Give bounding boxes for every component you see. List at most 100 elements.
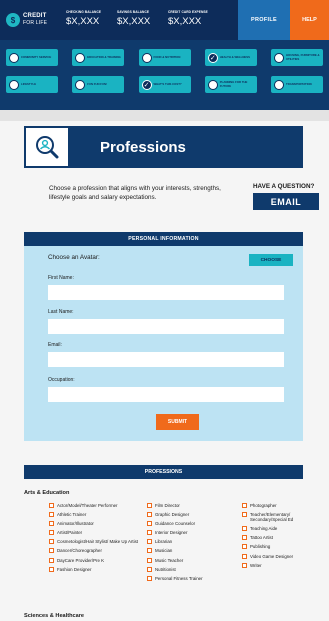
checkbox[interactable] (242, 553, 247, 559)
help-button[interactable]: HELP (290, 0, 329, 40)
category-label: COMMUNITY SERVICE (21, 54, 52, 59)
checkbox[interactable] (147, 557, 152, 563)
category-housing[interactable]: HOUSING, FURNITURE & UTILITIES (271, 49, 323, 66)
checkbox[interactable] (242, 503, 247, 508)
profession-option[interactable]: Personal Fitness Trainer (147, 575, 242, 581)
checkbox[interactable] (242, 544, 247, 550)
balance-label: CHECKING BALANCE (66, 10, 102, 14)
checkbox[interactable] (147, 521, 152, 527)
profession-option[interactable]: Librarian (147, 539, 242, 545)
category-label: FUN FUN FUN! (87, 81, 107, 86)
professions-heading: PROFESSIONS (24, 465, 303, 479)
category-food-nutrition[interactable]: FOOD & NUTRITION (138, 49, 191, 66)
profession-option[interactable]: Animator/Illustrator (49, 521, 144, 527)
checkbox[interactable] (147, 566, 152, 572)
checkbox[interactable] (49, 530, 54, 536)
check-circle-icon (141, 52, 152, 63)
checkbox[interactable] (49, 539, 54, 545)
checkbox[interactable] (49, 503, 54, 508)
question-heading: HAVE A QUESTION? (253, 183, 315, 190)
category-label: HEALTH & WELLNESS (219, 54, 250, 59)
profession-column-3: Photographer Teacher/Elementary/ Seconda… (242, 503, 324, 572)
credit-card-expense: CREDIT CARD EXPENSE $X,XXX (168, 0, 219, 40)
profession-option[interactable]: Teacher/Elementary/ Secondary/Special Ed (242, 512, 324, 522)
profession-option[interactable]: Graphic Designer (147, 512, 242, 518)
occupation-field[interactable] (48, 387, 284, 402)
checkbox[interactable] (147, 539, 152, 545)
checkbox[interactable] (242, 562, 247, 568)
profession-option[interactable]: Video Game Designer (242, 553, 324, 559)
profession-option[interactable]: Guidance Counselor (147, 521, 242, 527)
category-fun[interactable]: FUN FUN FUN! (72, 76, 125, 93)
profession-option[interactable]: Photographer (242, 503, 324, 508)
first-name-label: First Name: (48, 275, 74, 281)
category-label: PLANNING FOR THE FUTURE (219, 80, 248, 88)
profession-option[interactable]: Athletic Trainer (49, 512, 144, 518)
checkbox[interactable] (147, 548, 152, 554)
profession-option[interactable]: Publishing (242, 544, 324, 550)
personal-info-heading: PERSONAL INFORMATION (24, 232, 303, 246)
checkbox[interactable] (49, 566, 54, 572)
category-bar: COMMUNITY SERVICE EDUCATION & TRAINING F… (0, 40, 329, 110)
category-community-service[interactable]: COMMUNITY SERVICE (6, 49, 58, 66)
profession-option[interactable]: Film Director (147, 503, 242, 508)
balance-value: $X,XXX (66, 16, 100, 27)
first-name-field[interactable] (48, 285, 284, 300)
checkbox[interactable] (147, 512, 152, 518)
category-lifestyle[interactable]: LIFESTYLE (6, 76, 58, 93)
check-circle-icon (207, 79, 218, 90)
checkmark-icon: ✓ (207, 52, 218, 63)
balance-value: $X,XXX (168, 16, 202, 27)
profession-column-1: Actor/Model/Theater Performer Athletic T… (49, 503, 144, 576)
checkbox[interactable] (242, 535, 247, 541)
checkbox[interactable] (147, 530, 152, 536)
balance-value: $X,XXX (117, 16, 151, 27)
email-field[interactable] (48, 352, 284, 367)
profession-option[interactable]: Cosmetologist/Hair Stylist/ Make Up Arti… (49, 539, 144, 545)
profession-option[interactable]: Interior Designer (147, 530, 242, 536)
profession-option[interactable]: Teaching Aide (242, 526, 324, 532)
checkbox[interactable] (49, 521, 54, 527)
submit-button[interactable]: SUBMIT (156, 414, 199, 430)
checkbox[interactable] (49, 548, 54, 554)
profession-option[interactable]: Actor/Model/Theater Performer (49, 503, 144, 508)
checking-balance: CHECKING BALANCE $X,XXX (66, 0, 117, 40)
category-whats-this-cost[interactable]: ✓ WHAT'S THIS COST? (138, 76, 191, 93)
profession-column-2: Film Director Graphic Designer Guidance … (147, 503, 242, 585)
check-circle-icon (75, 52, 86, 63)
category-label: WHAT'S THIS COST? (153, 81, 182, 86)
checkbox[interactable] (49, 512, 54, 518)
balance-label: SAVINGS BALANCE (117, 10, 150, 14)
profession-option[interactable]: DayCare Provider/Pre K (49, 557, 144, 563)
logo-line2: FOR LIFE (23, 20, 48, 26)
profession-option[interactable]: Fashion Designer (49, 566, 144, 572)
profession-option[interactable]: Nutritionist (147, 566, 242, 572)
category-planning-future[interactable]: PLANNING FOR THE FUTURE (204, 76, 257, 93)
profession-option[interactable]: Dancer/Choreographer (49, 548, 144, 554)
checkbox[interactable] (242, 512, 247, 518)
personal-info-panel: PERSONAL INFORMATION Choose an Avatar: C… (24, 232, 303, 441)
choose-avatar-button[interactable]: CHOOSE (249, 254, 293, 266)
category-transportation[interactable]: TRANSPORTATION (271, 76, 323, 93)
profession-search-icon (24, 126, 70, 168)
checkbox[interactable] (242, 526, 247, 532)
profile-button[interactable]: PROFILE (238, 0, 290, 40)
group-title-sciences-healthcare: Sciences & Healthcare (24, 613, 85, 619)
checkbox[interactable] (49, 557, 54, 563)
category-row: LIFESTYLE FUN FUN FUN! ✓ WHAT'S THIS COST… (6, 76, 323, 93)
profession-option[interactable]: Musician (147, 548, 242, 554)
email-button[interactable]: EMAIL (253, 193, 319, 210)
checkmark-icon: ✓ (141, 79, 152, 90)
checkbox[interactable] (147, 503, 152, 508)
profession-option[interactable]: Writer (242, 562, 324, 568)
profession-option[interactable]: Artist/Painter (49, 530, 144, 536)
profession-option[interactable]: Music Teacher (147, 557, 242, 563)
category-label: TRANSPORTATION (286, 81, 312, 86)
category-label: EDUCATION & TRAINING (87, 54, 121, 59)
checkbox[interactable] (147, 575, 152, 581)
last-name-field[interactable] (48, 319, 284, 334)
category-education-training[interactable]: EDUCATION & TRAINING (72, 49, 125, 66)
profession-option[interactable]: Tattoo Artist (242, 535, 324, 541)
logo[interactable]: $ CREDIT FOR LIFE (0, 0, 66, 40)
category-health-wellness[interactable]: ✓ HEALTH & WELLNESS (204, 49, 257, 66)
